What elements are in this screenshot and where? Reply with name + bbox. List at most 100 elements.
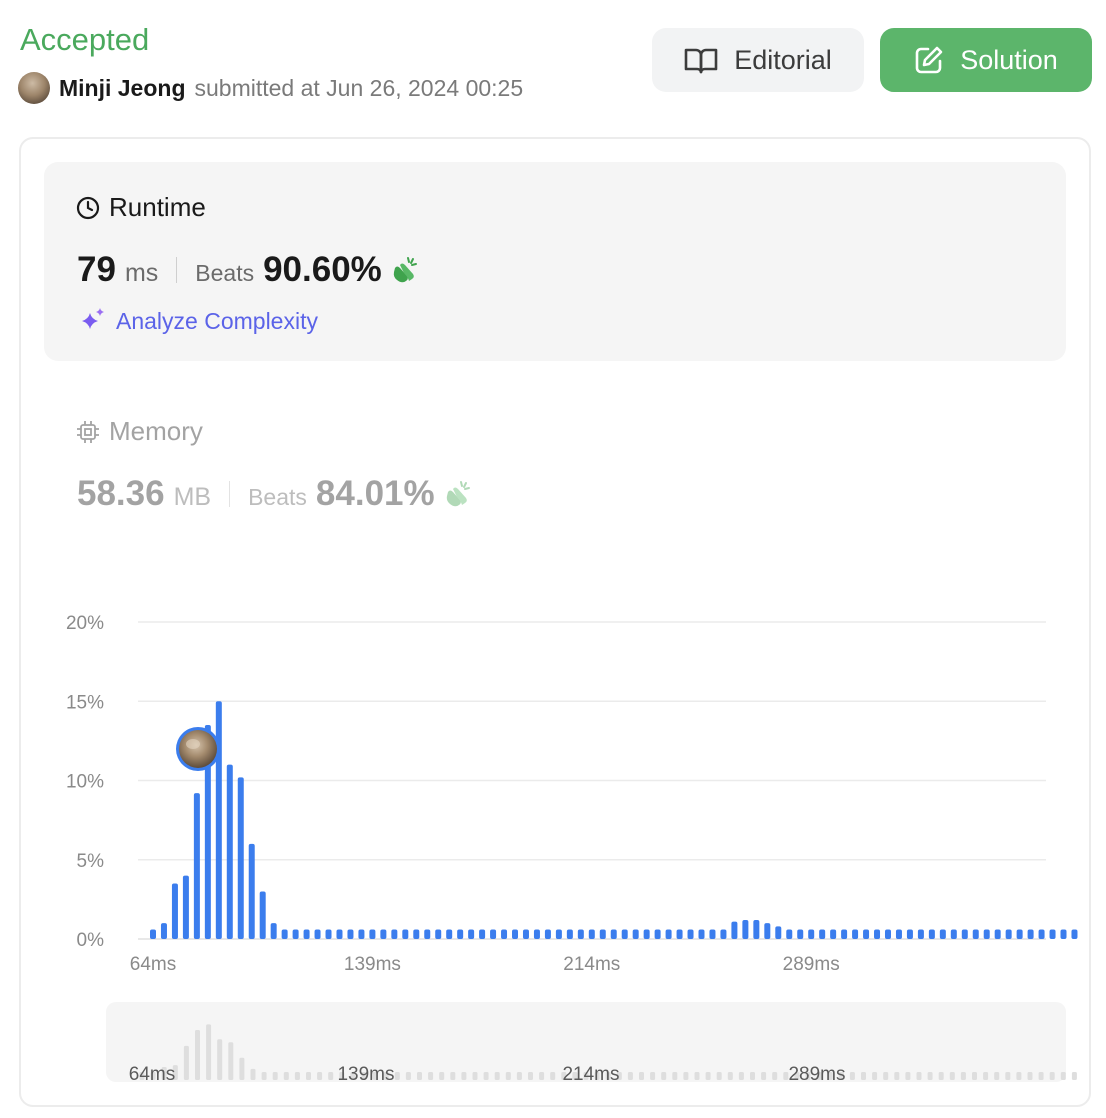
runtime-bar[interactable] [588, 929, 595, 939]
runtime-bar[interactable] [906, 929, 913, 939]
runtime-bar[interactable] [654, 929, 661, 939]
runtime-bar[interactable] [512, 929, 519, 939]
runtime-bar[interactable] [248, 843, 255, 939]
runtime-bar[interactable] [369, 929, 376, 939]
runtime-bar[interactable] [753, 919, 760, 939]
mini-bar [716, 1072, 722, 1080]
runtime-bar[interactable] [621, 929, 628, 939]
runtime-bar[interactable] [1038, 929, 1045, 939]
runtime-bar[interactable] [501, 929, 508, 939]
mini-bar [217, 1039, 223, 1080]
mini-bar [450, 1072, 456, 1080]
runtime-bar[interactable] [742, 919, 749, 939]
runtime-bar[interactable] [928, 929, 935, 939]
runtime-bar[interactable] [698, 929, 705, 939]
runtime-bar[interactable] [555, 929, 562, 939]
runtime-bar[interactable] [435, 929, 442, 939]
runtime-bar[interactable] [160, 923, 167, 939]
runtime-bar[interactable] [215, 701, 222, 939]
runtime-bar[interactable] [358, 929, 365, 939]
runtime-bar[interactable] [939, 929, 946, 939]
runtime-bar[interactable] [380, 929, 387, 939]
runtime-bar[interactable] [895, 929, 902, 939]
runtime-bar[interactable] [193, 793, 200, 939]
runtime-bar[interactable] [182, 875, 189, 939]
user-position-marker[interactable] [176, 727, 220, 771]
runtime-bar[interactable] [643, 929, 650, 939]
runtime-bar[interactable] [841, 929, 848, 939]
runtime-bar[interactable] [479, 929, 486, 939]
runtime-bar[interactable] [490, 929, 497, 939]
runtime-bar[interactable] [259, 891, 266, 939]
runtime-bar[interactable] [391, 929, 398, 939]
runtime-bar[interactable] [797, 929, 804, 939]
runtime-bar[interactable] [961, 929, 968, 939]
mini-bar [705, 1072, 711, 1080]
runtime-bar[interactable] [424, 929, 431, 939]
runtime-bar[interactable] [1016, 929, 1023, 939]
runtime-bar[interactable] [281, 929, 288, 939]
runtime-bar[interactable] [226, 764, 233, 939]
runtime-bar[interactable] [687, 929, 694, 939]
runtime-bar[interactable] [819, 929, 826, 939]
mini-bar [461, 1072, 467, 1080]
runtime-bar[interactable] [665, 929, 672, 939]
runtime-bar[interactable] [808, 929, 815, 939]
runtime-bar[interactable] [731, 921, 738, 939]
mini-bar [927, 1072, 933, 1080]
runtime-bar[interactable] [347, 929, 354, 939]
runtime-bar[interactable] [314, 929, 321, 939]
mini-bar [417, 1072, 422, 1080]
runtime-bar[interactable] [402, 929, 409, 939]
runtime-bar[interactable] [983, 929, 990, 939]
runtime-bar[interactable] [292, 929, 299, 939]
mini-bar [1071, 1072, 1077, 1080]
runtime-bar[interactable] [457, 929, 464, 939]
runtime-bar[interactable] [446, 929, 453, 939]
runtime-bar[interactable] [150, 929, 156, 939]
mini-bar [306, 1072, 311, 1080]
runtime-bar[interactable] [303, 929, 310, 939]
runtime-bar[interactable] [171, 883, 178, 939]
runtime-bar[interactable] [566, 929, 573, 939]
mini-bar [983, 1072, 989, 1080]
runtime-bar[interactable] [632, 929, 639, 939]
runtime-bar[interactable] [972, 929, 979, 939]
runtime-bar[interactable] [325, 929, 332, 939]
runtime-bar[interactable] [775, 926, 782, 939]
runtime-bar[interactable] [1049, 929, 1056, 939]
runtime-bar[interactable] [994, 929, 1001, 939]
runtime-bar[interactable] [1060, 929, 1067, 939]
runtime-bar[interactable] [884, 929, 891, 939]
runtime-bar[interactable] [720, 929, 727, 939]
runtime-bar[interactable] [863, 929, 870, 939]
runtime-bar[interactable] [270, 923, 277, 939]
runtime-bar[interactable] [764, 923, 771, 939]
runtime-bar[interactable] [1071, 929, 1078, 939]
runtime-bar[interactable] [577, 929, 584, 939]
x-tick-label: 289ms [783, 954, 840, 975]
runtime-bar[interactable] [468, 929, 475, 939]
runtime-bar[interactable] [599, 929, 606, 939]
runtime-bar[interactable] [852, 929, 859, 939]
runtime-bar[interactable] [950, 929, 957, 939]
mini-bar [861, 1072, 866, 1080]
runtime-bar[interactable] [830, 929, 837, 939]
runtime-bar[interactable] [413, 929, 420, 939]
runtime-bar[interactable] [676, 929, 683, 939]
runtime-bar[interactable] [709, 929, 716, 939]
runtime-bar[interactable] [786, 929, 793, 939]
runtime-bar[interactable] [522, 929, 529, 939]
y-tick-label: 10% [66, 772, 104, 793]
runtime-bar[interactable] [533, 929, 540, 939]
runtime-bar[interactable] [610, 929, 617, 939]
runtime-bar[interactable] [917, 929, 924, 939]
runtime-bar[interactable] [336, 929, 343, 939]
mini-bar [916, 1072, 922, 1080]
runtime-distribution-chart[interactable]: 0% 5% 10% 15% 20% 64ms 139ms 214ms 289ms 64ms 13… [0, 0, 1106, 1118]
runtime-bar[interactable] [874, 929, 881, 939]
runtime-bar[interactable] [544, 929, 551, 939]
runtime-bar[interactable] [237, 777, 244, 939]
runtime-bar[interactable] [1027, 929, 1034, 939]
runtime-bar[interactable] [1005, 929, 1012, 939]
